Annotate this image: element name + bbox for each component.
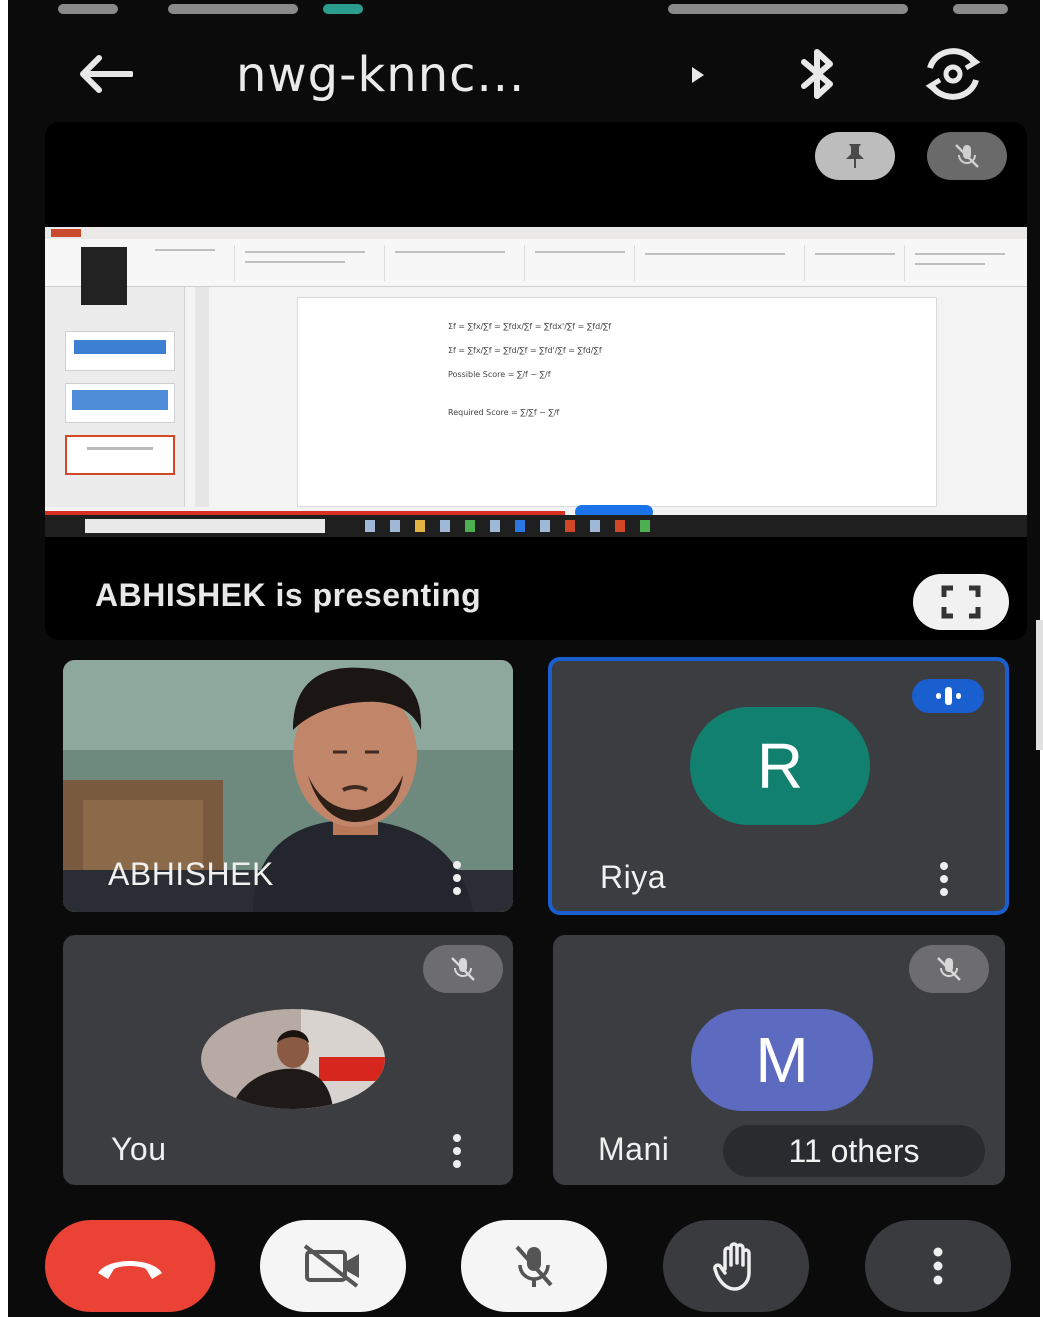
participant-name: Riya: [600, 859, 667, 895]
participant-tile-mani[interactable]: M Mani 11 others: [553, 935, 1005, 1185]
participant-tile-you[interactable]: You: [63, 935, 513, 1185]
mic-toggle-button[interactable]: [461, 1220, 607, 1312]
meet-screen: nwg-knnc... Σf = ∑fx/∑f = ∑fdx/∑f = ∑fdx…: [8, 0, 1040, 1317]
participant-tile-abhishek[interactable]: ABHISHEK: [63, 660, 513, 912]
avatar: M: [691, 1009, 873, 1111]
end-call-icon: [98, 1261, 162, 1279]
camera-toggle-button[interactable]: [260, 1220, 406, 1312]
more-vert-icon[interactable]: [445, 858, 469, 898]
more-vert-icon: [933, 1247, 943, 1285]
participant-name: Mani: [598, 1131, 670, 1167]
others-count-pill[interactable]: 11 others: [723, 1125, 985, 1177]
edge-handle: [1036, 620, 1043, 750]
participant-name: ABHISHEK: [108, 856, 274, 892]
back-arrow-icon[interactable]: [70, 44, 140, 104]
signal-icons: [668, 4, 908, 14]
hand-icon: [713, 1242, 751, 1291]
notification-icons: [168, 4, 298, 14]
call-controls: [8, 1210, 1040, 1317]
avatar-initial: M: [755, 1024, 809, 1096]
speaking-indicator-icon: [912, 679, 984, 713]
slide-line: Required Score = ∑/∑f − ∑/f: [448, 408, 560, 417]
end-call-button[interactable]: [45, 1220, 215, 1312]
mic-off-icon: [515, 1245, 553, 1287]
more-vert-icon[interactable]: [932, 859, 956, 899]
pin-icon[interactable]: [815, 132, 895, 180]
slide-line: Possible Score = ∑/f − ∑/f: [448, 370, 551, 379]
windows-taskbar: [45, 515, 1027, 537]
status-bar: [8, 0, 1040, 22]
participant-tile-riya[interactable]: R Riya: [548, 657, 1009, 915]
videocam-off-icon: [303, 1244, 359, 1288]
switch-camera-icon[interactable]: [918, 44, 988, 104]
meeting-code[interactable]: nwg-knnc...: [236, 40, 525, 110]
slide-line: Σf = ∑fx/∑f = ∑fd/∑f = ∑fd'/∑f = ∑fd/∑f: [448, 346, 602, 355]
raise-hand-button[interactable]: [663, 1220, 809, 1312]
more-vert-icon[interactable]: [445, 1131, 469, 1171]
presenting-label: ABHISHEK is presenting: [95, 577, 482, 613]
shared-screen: Σf = ∑fx/∑f = ∑fdx/∑f = ∑fdx'/∑f = ∑fd/∑…: [45, 227, 1027, 537]
slide-canvas: Σf = ∑fx/∑f = ∑fdx/∑f = ∑fdx'/∑f = ∑fd/∑…: [297, 297, 937, 507]
app-indicator-icon: [323, 4, 363, 14]
meeting-header: nwg-knnc...: [8, 30, 1040, 120]
ribbon-toolbar: [45, 227, 1027, 287]
ruler: [195, 287, 209, 507]
slide-thumbnails: [45, 247, 185, 507]
mic-off-icon: [423, 945, 503, 993]
presentation-tile[interactable]: Σf = ∑fx/∑f = ∑fdx/∑f = ∑fdx'/∑f = ∑fd/∑…: [45, 122, 1027, 640]
presenter-mic-off-icon: [927, 132, 1007, 180]
caret-right-icon[interactable]: [683, 60, 713, 90]
more-options-button[interactable]: [865, 1220, 1011, 1312]
fullscreen-icon[interactable]: [913, 574, 1009, 630]
avatar-initial: R: [756, 730, 804, 802]
bluetooth-audio-icon[interactable]: [788, 44, 848, 104]
presenter-video-thumb: [81, 247, 127, 305]
slide-line: Σf = ∑fx/∑f = ∑fdx/∑f = ∑fdx'/∑f = ∑fd/∑…: [448, 322, 612, 331]
battery-icon: [953, 4, 1008, 14]
profile-photo-avatar: [201, 1009, 385, 1109]
mic-off-icon: [909, 945, 989, 993]
participant-name: You: [111, 1131, 167, 1167]
avatar: R: [690, 707, 870, 825]
status-icons-left: [58, 4, 118, 14]
